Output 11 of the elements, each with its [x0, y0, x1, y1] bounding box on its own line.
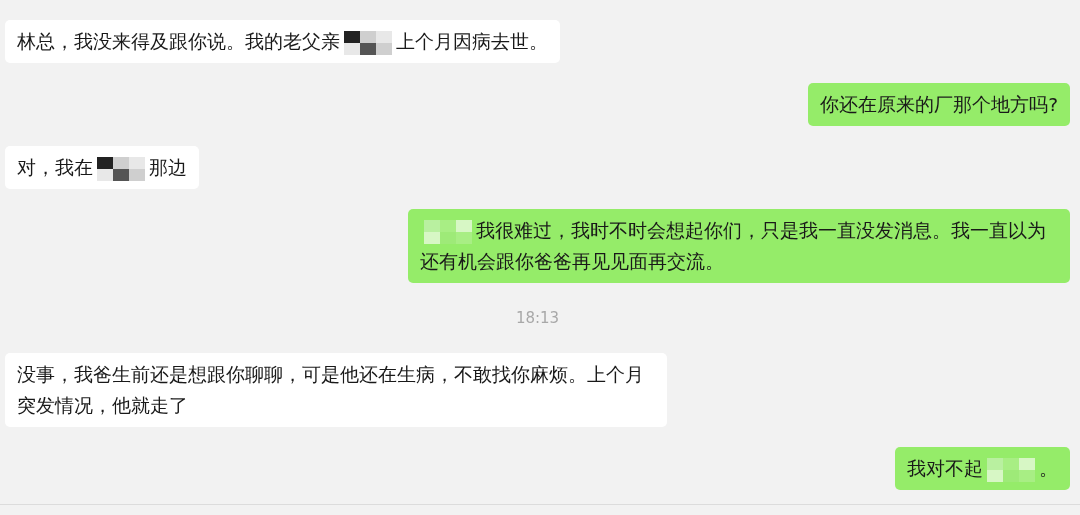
received-message-bubble: 林总，我没来得及跟你说。我的老父亲 上个月因病去世。 — [5, 20, 560, 63]
redaction-mosaic — [97, 157, 145, 181]
sent-message-bubble: 我很难过，我时不时会想起你们，只是我一直没发消息。我一直以为还有机会跟你爸爸再见见面再交流。 — [408, 209, 1070, 283]
redaction-mosaic — [344, 31, 392, 55]
received-message-bubble: 对，我在 那边 — [5, 146, 199, 189]
received-message-bubble: 没事，我爸生前还是想跟你聊聊，可是他还在生病，不敢找你麻烦。上个月突发情况，他就走了 — [5, 353, 667, 427]
sent-message-bubble: 我对不起 。 — [895, 447, 1070, 490]
redaction-mosaic — [424, 220, 472, 244]
redaction-mosaic — [987, 458, 1035, 482]
timestamp: 18:13 — [515, 309, 560, 327]
sent-message-bubble: 你还在原来的厂那个地方吗? — [808, 83, 1070, 126]
